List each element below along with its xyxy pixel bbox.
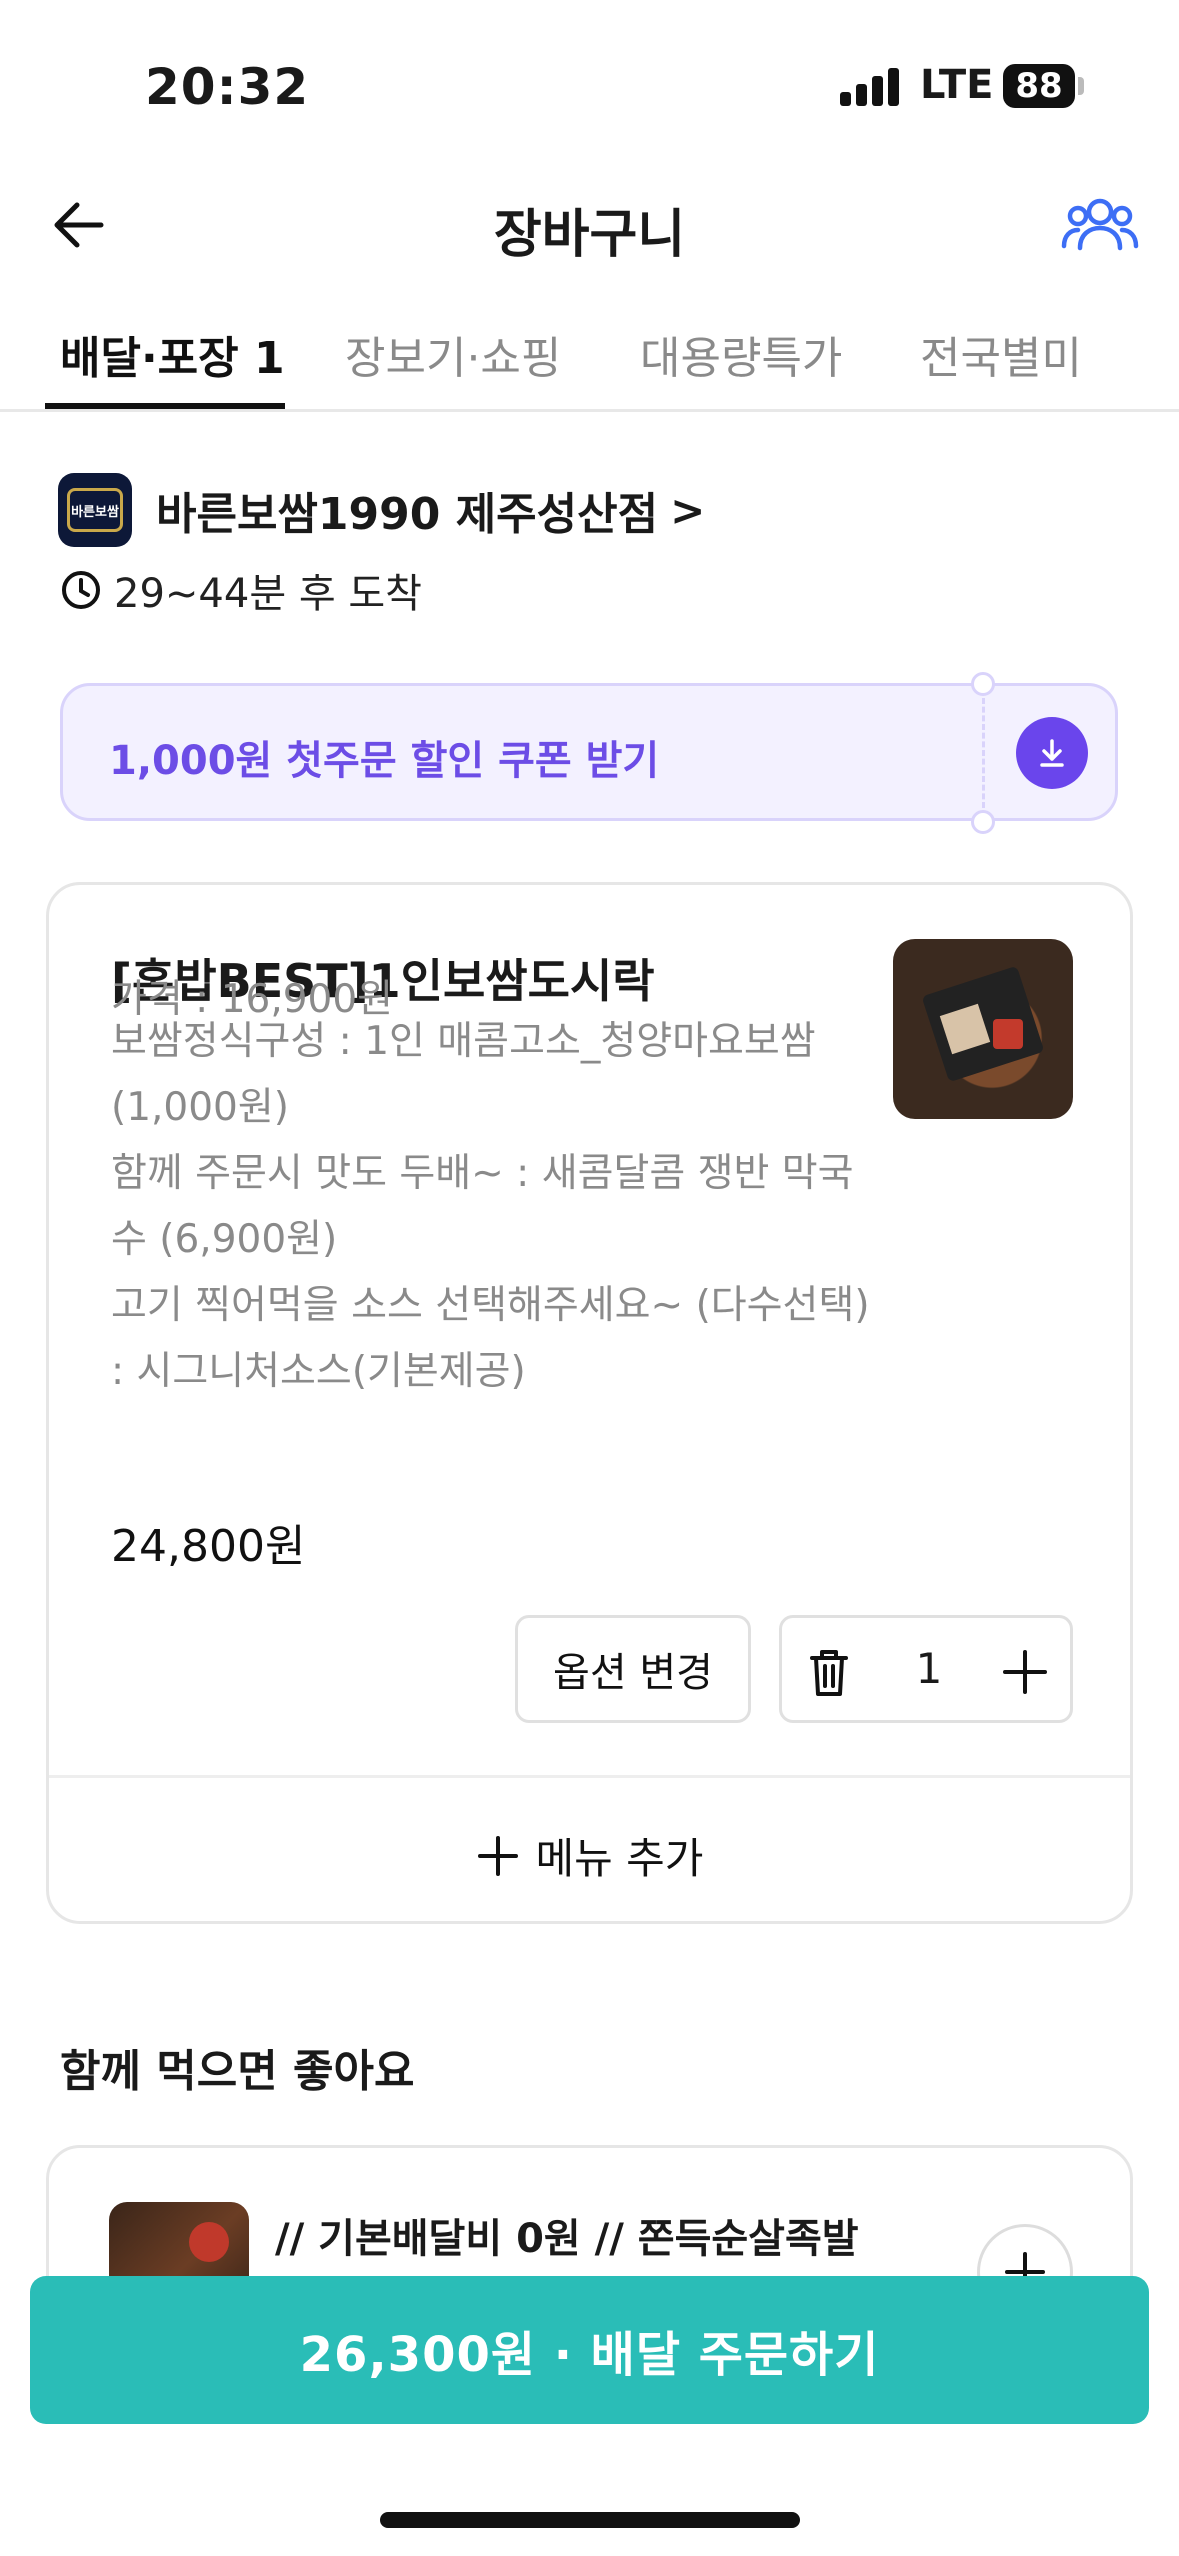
status-bar: 20:32 LTE 88 <box>0 0 1179 170</box>
bottom-safe-area <box>0 2424 1179 2556</box>
item-total-price: 24,800원 <box>111 1521 306 1572</box>
item-option: 보쌈정식구성 : 1인 매콤고소_청양마요보쌈 (1,000원) <box>111 1019 816 1130</box>
store-link[interactable]: 바른보쌈 바른보쌈1990 제주성산점 > <box>58 470 705 550</box>
coupon-notch <box>971 810 995 834</box>
quantity-stepper: 1 <box>779 1615 1073 1723</box>
item-option: 함께 주문시 맛도 두배~ : 새콤달콤 쟁반 막국수 (6,900원) <box>111 1151 854 1262</box>
plus-icon <box>477 1835 518 1876</box>
item-option: 고기 찍어먹을 소스 선택해주세요~ (다수선택) : 시그니처소스(기본제공) <box>111 1283 870 1394</box>
network-label: LTE <box>920 62 994 108</box>
plus-icon[interactable] <box>1000 1644 1050 1700</box>
recommend-title: 함께 먹으면 좋아요 <box>60 2046 415 2097</box>
add-menu-label: 메뉴 추가 <box>535 1834 704 1883</box>
active-tab-indicator <box>45 403 285 409</box>
store-logo-text: 바른보쌈 <box>67 488 123 532</box>
divider <box>49 1775 1130 1778</box>
header: 장바구니 <box>0 170 1179 280</box>
coupon-text: 1,000원 첫주문 할인 쿠폰 받기 <box>109 738 660 784</box>
recommend-item-name: // 기본배달비 0원 // 쫀득순살족발 <box>275 2216 859 2262</box>
coupon-download-button[interactable] <box>1016 717 1088 789</box>
store-logo: 바른보쌈 <box>58 473 132 547</box>
page-title: 장바구니 <box>493 205 686 265</box>
battery-tip <box>1078 77 1084 95</box>
coupon-notch <box>971 672 995 696</box>
clock-icon <box>62 571 100 609</box>
battery-icon: 88 <box>1003 64 1075 108</box>
chevron-right-icon: > <box>670 485 706 535</box>
eta-text: 29~44분 후 도착 <box>114 571 422 617</box>
add-menu-button[interactable]: 메뉴 추가 <box>49 1825 1130 1886</box>
tab-local-specialties[interactable]: 전국별미 <box>920 322 1082 386</box>
coupon-divider <box>982 698 985 808</box>
group-order-button[interactable] <box>1060 192 1140 258</box>
cart-item-card: [혼밥BEST]1인보쌈도시락 가격 : 16,900원 보쌈정식구성 : 1인… <box>46 882 1133 1924</box>
group-users-icon <box>1061 198 1139 251</box>
item-image <box>893 939 1073 1119</box>
tab-delivery[interactable]: 배달·포장 1 <box>60 322 285 386</box>
home-indicator <box>380 2512 800 2528</box>
coupon-banner[interactable]: 1,000원 첫주문 할인 쿠폰 받기 <box>60 672 1118 834</box>
tab-bulk-deals[interactable]: 대용량특가 <box>640 322 842 386</box>
eta-row: 29~44분 후 도착 <box>60 560 422 620</box>
category-tabs: 배달·포장 1 장보기·쇼핑 대용량특가 전국별미 <box>0 300 1179 412</box>
status-time: 20:32 <box>145 58 310 116</box>
change-option-button[interactable]: 옵션 변경 <box>515 1615 751 1723</box>
download-icon <box>1040 739 1064 767</box>
store-name: 바른보쌈1990 제주성산점 <box>156 489 659 540</box>
signal-icon <box>840 66 900 106</box>
tab-shopping[interactable]: 장보기·쇼핑 <box>345 322 561 386</box>
order-button[interactable]: 26,300원 · 배달 주문하기 <box>30 2276 1149 2424</box>
